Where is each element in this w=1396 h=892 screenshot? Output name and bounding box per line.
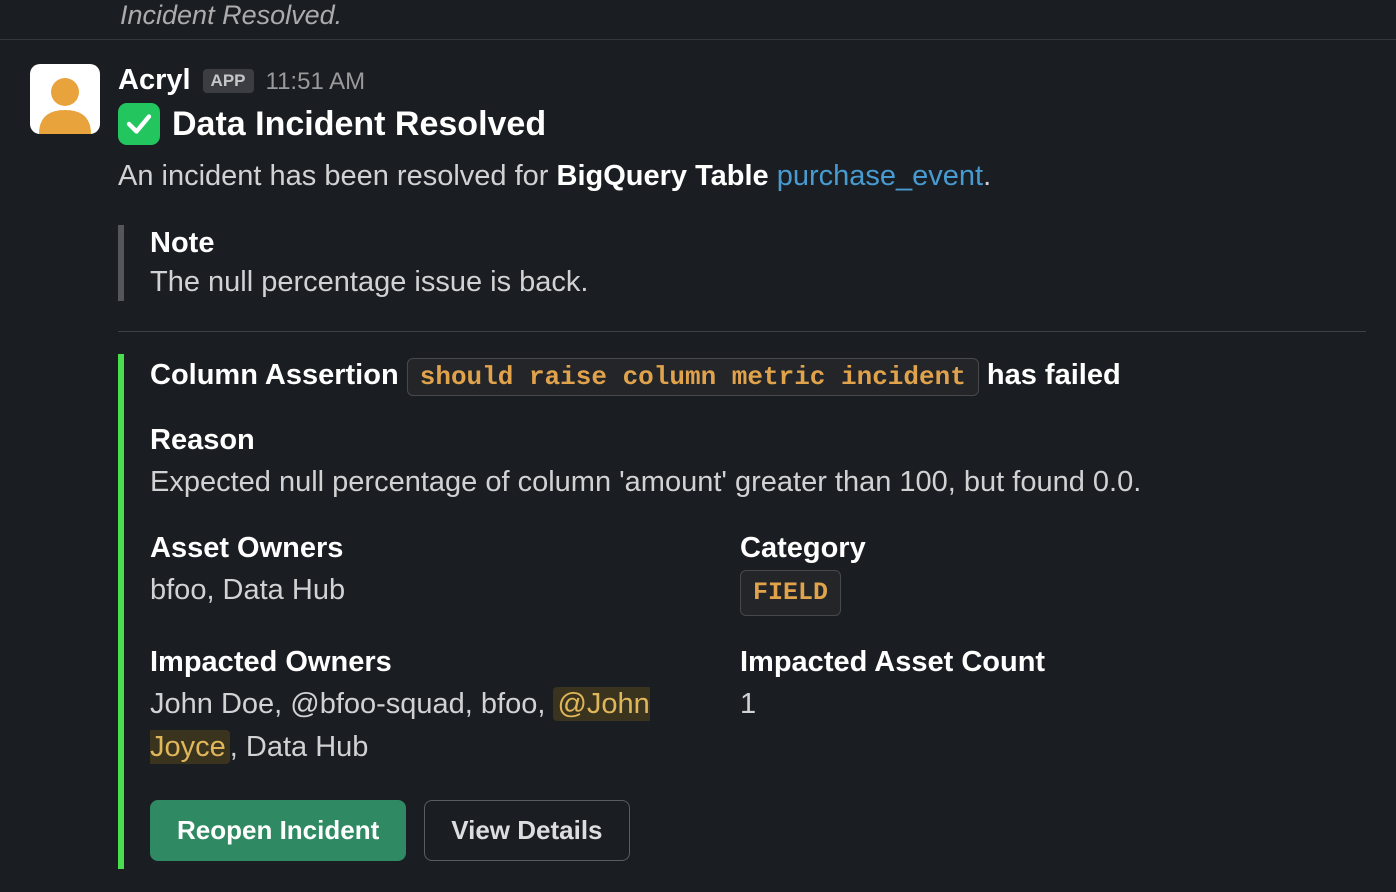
impacted-owners-label: Impacted Owners xyxy=(150,646,700,679)
note-text: The null percentage issue is back. xyxy=(150,266,1366,299)
view-details-button[interactable]: View Details xyxy=(424,800,629,861)
assertion-block: Column Assertion should raise column met… xyxy=(118,354,1366,869)
impacted-owners-prefix: John Doe, @bfoo-squad, bfoo, xyxy=(150,688,553,720)
incident-title: Data Incident Resolved xyxy=(172,105,546,144)
impacted-owners-suffix: , Data Hub xyxy=(230,731,369,763)
body-bold: BigQuery Table xyxy=(557,160,777,192)
details-grid: Asset Owners bfoo, Data Hub Category FIE… xyxy=(150,532,1290,770)
sender-name[interactable]: Acryl xyxy=(118,64,191,97)
category-cell: Category FIELD xyxy=(740,532,1290,616)
message-content: Acryl APP 11:51 AM Data Incident Resolve… xyxy=(118,64,1366,869)
timestamp[interactable]: 11:51 AM xyxy=(266,68,366,96)
incident-body: An incident has been resolved for BigQue… xyxy=(118,155,1366,197)
asset-owners-cell: Asset Owners bfoo, Data Hub xyxy=(150,532,700,616)
assertion-title: Column Assertion should raise column met… xyxy=(150,354,1366,398)
reason-text: Expected null percentage of column 'amou… xyxy=(150,461,1366,505)
slack-message: Acryl APP 11:51 AM Data Incident Resolve… xyxy=(0,40,1396,892)
message-header: Acryl APP 11:51 AM xyxy=(118,64,1366,97)
reason-block: Reason Expected null percentage of colum… xyxy=(150,424,1366,505)
body-prefix: An incident has been resolved for xyxy=(118,160,557,192)
check-mark-icon xyxy=(118,103,160,145)
previous-message-fragment: Incident Resolved. xyxy=(0,0,1396,40)
assertion-code: should raise column metric incident xyxy=(407,358,979,396)
avatar-person-icon xyxy=(35,72,95,134)
category-value: FIELD xyxy=(740,569,1290,616)
divider xyxy=(118,331,1366,332)
incident-title-row: Data Incident Resolved xyxy=(118,103,1366,145)
impacted-count-label: Impacted Asset Count xyxy=(740,646,1290,679)
note-label: Note xyxy=(150,227,1366,260)
entity-link[interactable]: purchase_event xyxy=(777,160,983,192)
impacted-owners-cell: Impacted Owners John Doe, @bfoo-squad, b… xyxy=(150,646,700,770)
impacted-count-value: 1 xyxy=(740,683,1290,727)
action-buttons: Reopen Incident View Details xyxy=(150,800,1366,869)
category-label: Category xyxy=(740,532,1290,565)
assertion-prefix: Column Assertion xyxy=(150,359,407,391)
note-block: Note The null percentage issue is back. xyxy=(118,225,1366,301)
reopen-incident-button[interactable]: Reopen Incident xyxy=(150,800,406,861)
assertion-suffix: has failed xyxy=(979,359,1121,391)
asset-owners-label: Asset Owners xyxy=(150,532,700,565)
reason-label: Reason xyxy=(150,424,1366,457)
impacted-owners-value: John Doe, @bfoo-squad, bfoo, @John Joyce… xyxy=(150,683,700,770)
app-badge: APP xyxy=(203,69,254,93)
impacted-count-cell: Impacted Asset Count 1 xyxy=(740,646,1290,770)
category-tag: FIELD xyxy=(740,570,841,616)
avatar[interactable] xyxy=(30,64,100,134)
body-suffix: . xyxy=(983,160,991,192)
asset-owners-value: bfoo, Data Hub xyxy=(150,569,700,613)
